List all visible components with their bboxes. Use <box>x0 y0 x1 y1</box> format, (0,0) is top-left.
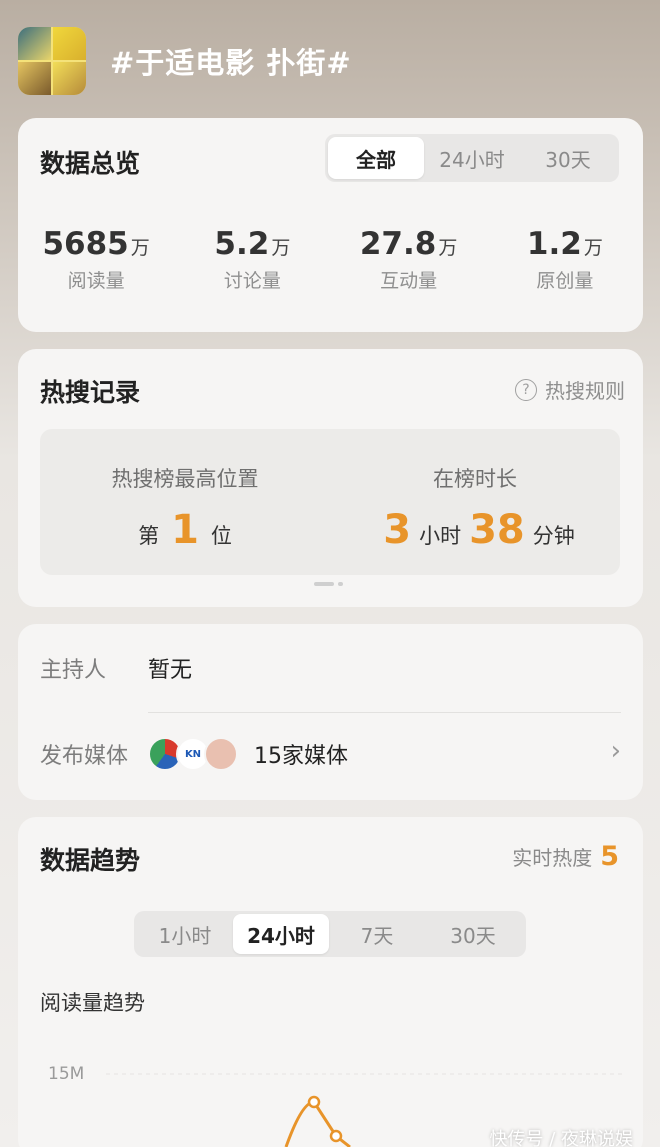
stat-discuss: 5.2 万 讨论量 <box>174 226 330 293</box>
peak-label: 热搜榜最高位置 <box>111 467 259 491</box>
data-point-0 <box>307 1095 321 1109</box>
host-value: 暂无 <box>148 658 193 683</box>
watermark: 快传号 / 夜琳说娱 <box>489 1129 633 1147</box>
stat-label: 互动量 <box>380 270 438 292</box>
on-list-duration: 在榜时长 3 小时 38 分钟 <box>330 429 620 575</box>
peak-position: 热搜榜最高位置 第 1 位 <box>40 429 330 575</box>
topic-title: #于适电影 扑街# <box>110 46 352 80</box>
heat-value: 5 <box>600 841 619 872</box>
series-layer <box>284 1095 351 1147</box>
hot-search-card: 热搜记录 ? 热搜规则 热搜榜最高位置 第 1 位 在榜时长 3 小时 38 分… <box>18 349 643 607</box>
tab-30d[interactable]: 30天 <box>520 137 616 179</box>
tab-24h[interactable]: 24小时 <box>233 914 329 954</box>
stat-value: 27.8 <box>359 226 437 262</box>
question-icon: ? <box>515 378 537 401</box>
page-dot <box>338 582 343 586</box>
stat-value: 5685 <box>42 226 129 262</box>
stat-interact: 27.8 万 互动量 <box>331 226 487 293</box>
tab-1h[interactable]: 1小时 <box>137 914 233 954</box>
minutes-value: 38 <box>469 507 525 553</box>
media-logos: KN <box>148 737 238 771</box>
minutes-unit: 分钟 <box>532 524 575 548</box>
trend-range-tabs: 1小时 24小时 7天 30天 <box>134 911 526 957</box>
peak-prefix: 第 <box>138 524 160 548</box>
realtime-heat: 实时热度 5 <box>512 841 619 872</box>
overview-title: 数据总览 <box>40 149 141 178</box>
tab-30d[interactable]: 30天 <box>425 914 521 954</box>
stat-unit: 万 <box>583 237 603 259</box>
hours-value: 3 <box>383 507 412 553</box>
divider <box>148 712 621 713</box>
peak-value: 1 <box>171 507 199 553</box>
trend-title: 数据趋势 <box>40 846 141 875</box>
overview-range-tabs: 全部 24小时 30天 <box>325 134 619 182</box>
stat-label: 阅读量 <box>67 270 125 292</box>
host-row: 主持人 暂无 <box>40 652 192 684</box>
media-logo-icon <box>204 737 238 771</box>
media-label: 发布媒体 <box>40 744 129 769</box>
y-tick-label: 15M <box>48 1064 84 1084</box>
stat-unit: 万 <box>130 237 150 259</box>
stat-read: 5685 万 阅读量 <box>18 226 174 293</box>
tab-24h[interactable]: 24小时 <box>424 137 520 179</box>
data-point-1 <box>329 1129 343 1143</box>
hours-unit: 小时 <box>419 524 462 548</box>
stat-label: 讨论量 <box>223 270 281 292</box>
duration-label: 在榜时长 <box>433 467 517 491</box>
hot-search-title: 热搜记录 <box>40 378 141 407</box>
stat-value: 1.2 <box>526 226 582 262</box>
overview-stats: 5685 万 阅读量 5.2 万 讨论量 27.8 万 互动量 1.2 万 原创量 <box>18 226 643 293</box>
stat-value: 5.2 <box>214 226 270 262</box>
page-dot-active <box>314 582 334 586</box>
tab-all[interactable]: 全部 <box>328 137 424 179</box>
hot-search-summary: 热搜榜最高位置 第 1 位 在榜时长 3 小时 38 分钟 <box>40 429 620 575</box>
data-trend-card: 数据趋势 实时热度 5 1小时 24小时 7天 30天 阅读量趋势 15M 快传… <box>18 817 643 1147</box>
chevron-right-icon[interactable]: › <box>611 736 621 766</box>
hot-search-rules-link[interactable]: ? 热搜规则 <box>515 375 625 404</box>
host-label: 主持人 <box>40 658 107 683</box>
media-row[interactable]: 发布媒体 KN 15家媒体 <box>40 737 621 771</box>
stat-unit: 万 <box>271 237 291 259</box>
stat-label: 原创量 <box>536 270 594 292</box>
stat-original: 1.2 万 原创量 <box>487 226 643 293</box>
data-overview-card: 数据总览 全部 24小时 30天 5685 万 阅读量 5.2 万 讨论量 27.8… <box>18 118 643 332</box>
topic-info-card: 主持人 暂无 发布媒体 KN 15家媒体 › <box>18 624 643 800</box>
tab-7d[interactable]: 7天 <box>329 914 425 954</box>
stat-unit: 万 <box>438 237 458 259</box>
media-count: 15家媒体 <box>254 744 348 769</box>
peak-suffix: 位 <box>210 524 232 548</box>
topic-avatar[interactable] <box>18 27 86 95</box>
chart-subtitle: 阅读量趋势 <box>40 991 145 1015</box>
rules-label: 热搜规则 <box>545 379 625 403</box>
topic-header: #于适电影 扑街# <box>18 26 352 96</box>
page-indicator <box>314 582 343 586</box>
heat-label: 实时热度 <box>512 846 593 870</box>
